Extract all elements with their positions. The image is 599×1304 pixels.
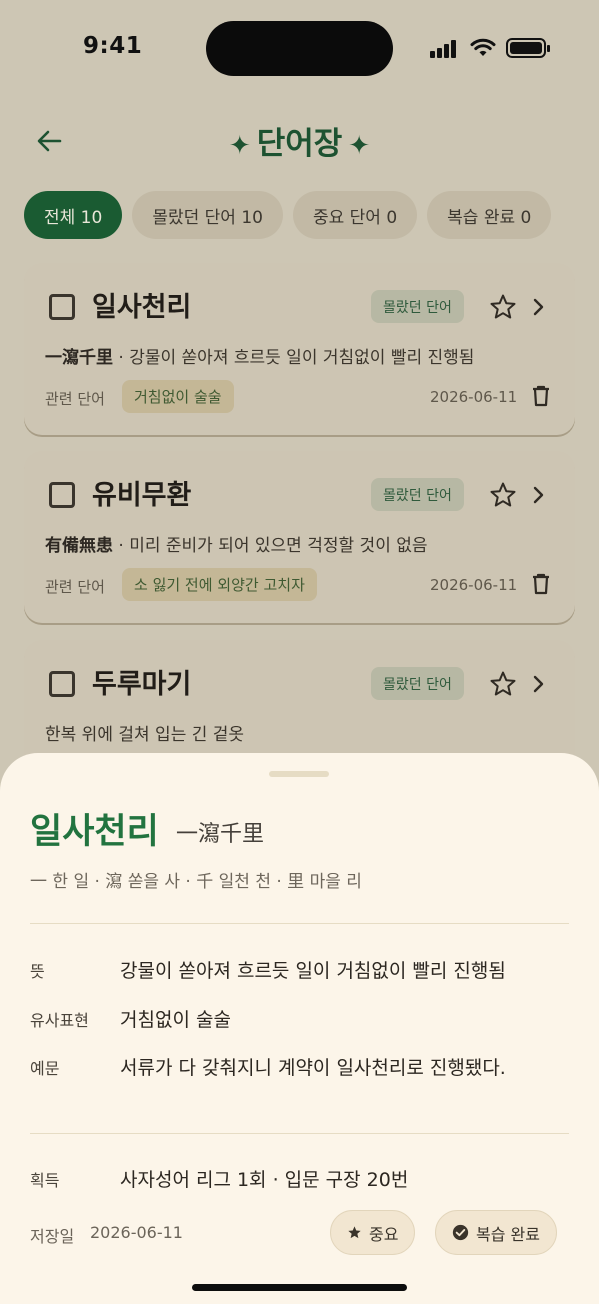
chevron-right-icon[interactable] xyxy=(532,297,546,317)
status-badge: 몰랐던 단어 xyxy=(371,290,464,323)
cellular-signal-icon xyxy=(430,38,460,58)
word-card[interactable]: 유비무환 몰랐던 단어 有備無患 · 미리 준비가 되어 있으면 걱정할 것이 … xyxy=(24,451,575,623)
word-detail-sheet: 일사천리 一瀉千里 一 한 일 · 瀉 쏟을 사 · 千 일천 천 · 里 마을… xyxy=(0,753,599,1304)
card-hanja: 一瀉千里 xyxy=(45,348,113,368)
status-bar: 9:41 xyxy=(0,0,599,96)
sparkle-icon: ✦ xyxy=(228,131,251,161)
chevron-right-icon[interactable] xyxy=(532,674,546,694)
card-definition-text: · 미리 준비가 되어 있으면 걱정할 것이 없음 xyxy=(118,536,428,556)
detail-word: 일사천리 xyxy=(30,812,159,852)
divider xyxy=(30,923,569,924)
reviewed-button[interactable]: 복습 완료 xyxy=(435,1210,557,1255)
filter-chips: 전체 10 몰랐던 단어 10 중요 단어 0 복습 완료 0 xyxy=(24,191,552,239)
related-tag: 거침없이 술술 xyxy=(122,380,234,413)
dynamic-island xyxy=(206,21,393,76)
related-label: 관련 단어 xyxy=(45,578,105,596)
example-value: 서류가 다 갖춰지니 계약이 일사천리로 진행됐다. xyxy=(120,1057,506,1079)
page-title: ✦ 단어장 ✦ xyxy=(0,118,599,163)
detail-hanja: 一瀉千里 xyxy=(176,822,265,847)
wifi-icon xyxy=(470,38,496,56)
card-definition: 한복 위에 걸쳐 입는 긴 겉옷 xyxy=(45,725,245,745)
important-button[interactable]: 중요 xyxy=(330,1210,416,1255)
status-badge: 몰랐던 단어 xyxy=(371,478,464,511)
similar-label: 유사표현 xyxy=(30,1011,89,1030)
reviewed-button-label: 복습 완료 xyxy=(476,1224,540,1244)
select-checkbox[interactable] xyxy=(49,482,75,508)
card-word: 일사천리 xyxy=(92,292,192,323)
card-definition: 有備無患 · 미리 준비가 되어 있으면 걱정할 것이 없음 xyxy=(45,531,428,556)
card-definition-text: · 강물이 쏟아져 흐르듯 일이 거침없이 빨리 진행됨 xyxy=(118,348,475,368)
saved-label: 저장일 xyxy=(30,1227,75,1246)
status-badge: 몰랐던 단어 xyxy=(371,667,464,700)
related-tag: 소 잃기 전에 외양간 고치자 xyxy=(122,568,317,601)
acquired-label: 획득 xyxy=(30,1171,60,1190)
check-circle-icon xyxy=(452,1224,469,1241)
sheet-grab-handle[interactable] xyxy=(269,771,329,777)
meaning-value: 강물이 쏟아져 흐르듯 일이 거침없이 빨리 진행됨 xyxy=(120,960,506,982)
trash-icon[interactable] xyxy=(532,385,550,407)
star-icon[interactable] xyxy=(489,670,517,698)
select-checkbox[interactable] xyxy=(49,294,75,320)
similar-value: 거침없이 술술 xyxy=(120,1009,231,1031)
page-title-text: 단어장 xyxy=(256,126,343,162)
home-indicator[interactable] xyxy=(192,1284,407,1291)
star-icon[interactable] xyxy=(489,293,517,321)
battery-icon xyxy=(506,38,550,58)
card-date: 2026-06-11 xyxy=(430,576,518,594)
star-icon[interactable] xyxy=(489,481,517,509)
star-icon xyxy=(348,1226,361,1239)
filter-chip-important[interactable]: 중요 단어 0 xyxy=(292,191,418,239)
card-date: 2026-06-11 xyxy=(430,388,518,406)
meaning-label: 뜻 xyxy=(30,962,45,981)
sparkle-icon: ✦ xyxy=(348,131,371,161)
acquired-value: 사자성어 리그 1회 · 입문 구장 20번 xyxy=(120,1169,409,1191)
hanja-breakdown: 一 한 일 · 瀉 쏟을 사 · 千 일천 천 · 里 마을 리 xyxy=(30,872,362,892)
important-button-label: 중요 xyxy=(369,1224,399,1244)
chevron-right-icon[interactable] xyxy=(532,485,546,505)
related-label: 관련 단어 xyxy=(45,390,105,408)
divider xyxy=(30,1133,569,1134)
word-card[interactable]: 일사천리 몰랐던 단어 一瀉千里 · 강물이 쏟아져 흐르듯 일이 거침없이 빨… xyxy=(24,263,575,435)
example-label: 예문 xyxy=(30,1059,60,1078)
saved-date: 2026-06-11 xyxy=(90,1223,183,1242)
card-hanja: 有備無患 xyxy=(45,536,113,556)
card-word: 두루마기 xyxy=(92,669,192,700)
filter-chip-reviewed[interactable]: 복습 완료 0 xyxy=(427,191,552,239)
trash-icon[interactable] xyxy=(532,573,550,595)
filter-chip-unknown[interactable]: 몰랐던 단어 10 xyxy=(132,191,283,239)
card-definition: 一瀉千里 · 강물이 쏟아져 흐르듯 일이 거침없이 빨리 진행됨 xyxy=(45,343,474,368)
card-word: 유비무환 xyxy=(92,480,192,511)
select-checkbox[interactable] xyxy=(49,671,75,697)
status-time: 9:41 xyxy=(83,33,143,59)
filter-chip-all[interactable]: 전체 10 xyxy=(24,191,123,239)
